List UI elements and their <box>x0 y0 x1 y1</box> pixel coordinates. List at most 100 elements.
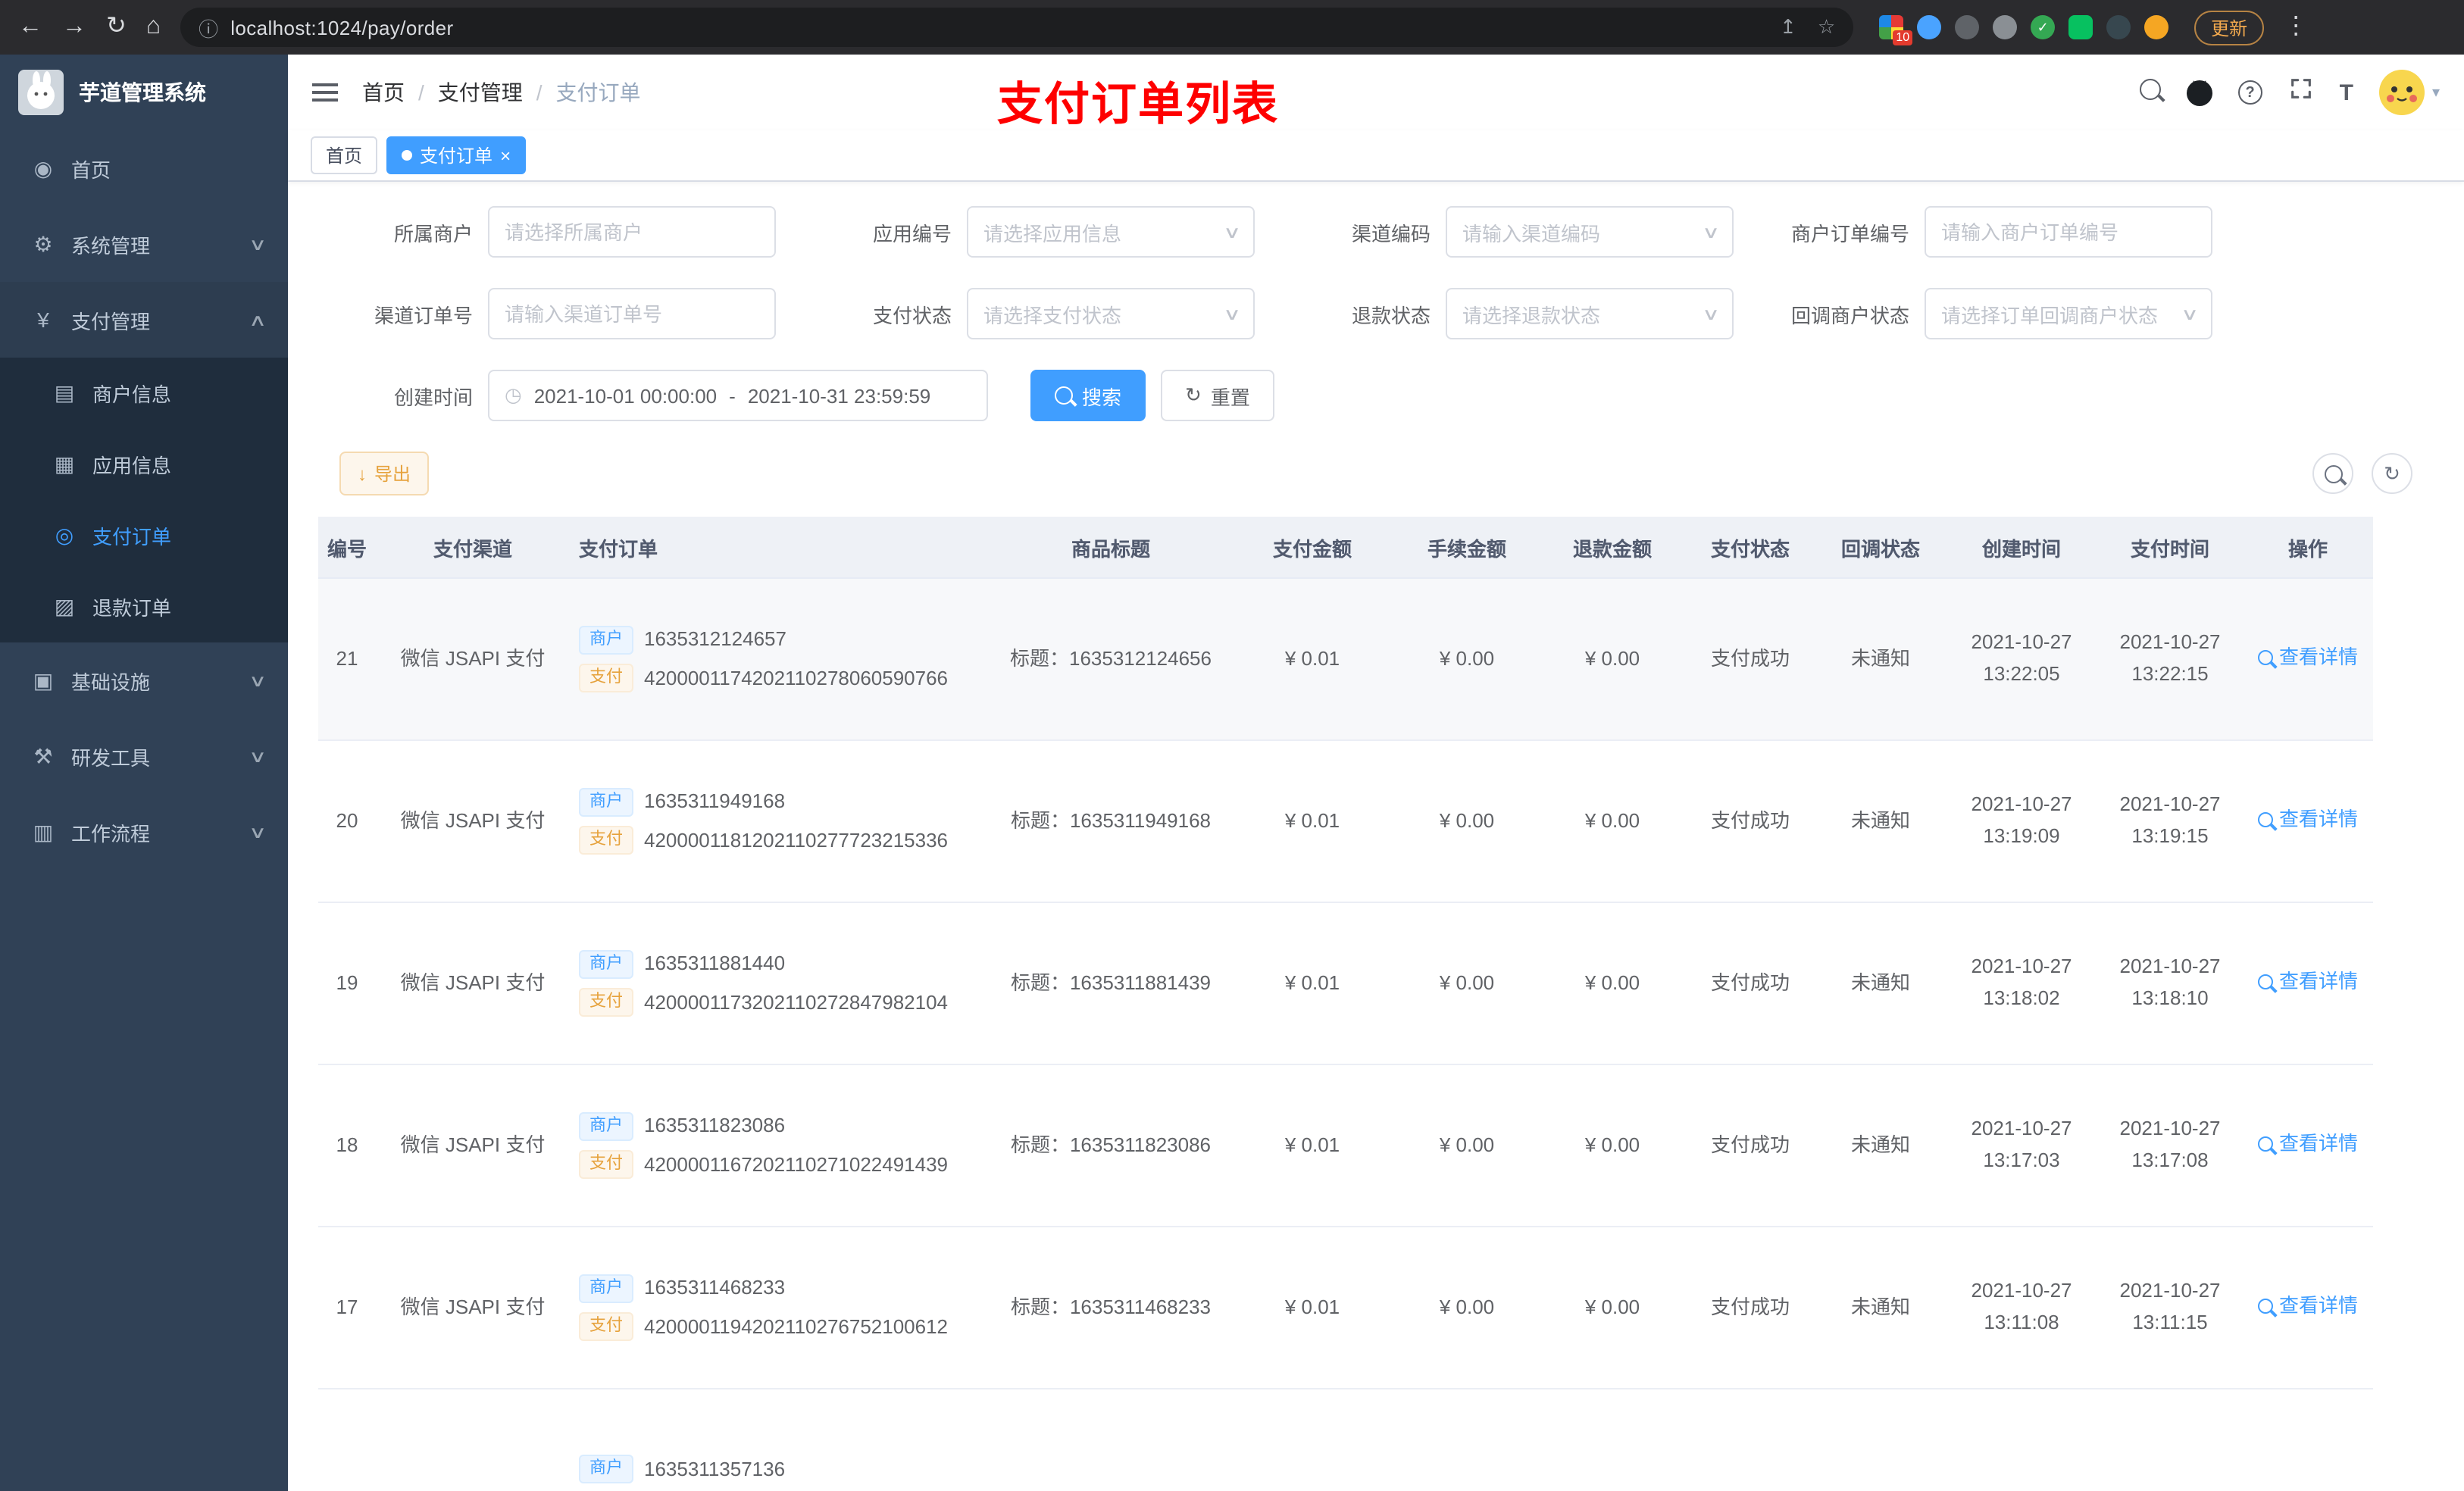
sidebar-toggle-button[interactable] <box>312 82 338 103</box>
tab-pay-orders[interactable]: 支付订单 × <box>386 136 527 174</box>
close-icon[interactable]: × <box>500 146 511 164</box>
extension-icon-1[interactable]: 10 <box>1879 15 1913 45</box>
product-title: 标题：1635311949168 <box>991 740 1230 903</box>
search-icon <box>2257 974 2273 990</box>
search-button-label: 搜索 <box>1082 386 1122 408</box>
github-icon[interactable] <box>2186 80 2212 105</box>
site-info-icon[interactable]: ⓘ <box>199 13 218 42</box>
user-avatar-menu[interactable]: ▾ <box>2378 70 2440 115</box>
breadcrumb-home[interactable]: 首页 <box>362 77 405 108</box>
create-time-range-picker[interactable]: ◷ 2021-10-01 00:00:00 - 2021-10-31 23:59… <box>488 370 988 421</box>
refund-amount: ¥ 0.00 <box>1540 1227 1685 1389</box>
tags-view-bar: 首页 支付订单 × <box>288 130 2464 182</box>
sidebar-item-system[interactable]: ⚙ 系统管理 ∨ <box>0 206 288 282</box>
search-icon <box>2257 1136 2273 1152</box>
notify-status: 未通知 <box>1815 1227 1946 1389</box>
bookmark-star-icon[interactable]: ☆ <box>1818 15 1835 39</box>
view-detail-link[interactable]: 查看详情 <box>2257 1291 2358 1323</box>
pay-order-cell: 商户 1635311823086 支付 4200001167202110271022… <box>570 1064 991 1227</box>
chevron-down-icon: ∨ <box>1222 223 1242 242</box>
owner-merchant-input[interactable] <box>488 206 776 258</box>
back-icon[interactable]: ← <box>18 14 42 39</box>
extension-icon-2[interactable] <box>1917 15 1942 39</box>
pay-channel: 微信 JSAPI 支付 <box>376 740 570 903</box>
sidebar-item-label: 支付订单 <box>92 526 172 549</box>
view-detail-link[interactable]: 查看详情 <box>2257 1129 2358 1161</box>
extension-icon-7[interactable] <box>2106 15 2131 39</box>
filter-row-2: 渠道订单号 支付状态 请选择支付状态 ∨ 退款状态 请选择退款状态 <box>318 288 2434 339</box>
table-search-toggle-button[interactable] <box>2312 453 2353 494</box>
reload-icon[interactable]: ↻ <box>106 14 127 39</box>
merchant-tag: 商户 <box>579 1455 633 1484</box>
sidebar-item-workflow[interactable]: ▥ 工作流程 ∨ <box>0 794 288 870</box>
forward-icon[interactable]: → <box>62 14 86 39</box>
chevron-down-icon: ∨ <box>1701 305 1721 324</box>
tab-label: 首页 <box>326 145 363 167</box>
extension-icon-3[interactable] <box>1955 15 1980 39</box>
browser-update-button[interactable]: 更新 <box>2194 10 2265 45</box>
fullscreen-icon[interactable] <box>2288 76 2314 109</box>
filter-label-pay-status: 支付状态 <box>872 304 952 327</box>
pay-status-select[interactable]: 请选择支付状态 ∨ <box>967 288 1255 339</box>
download-icon: ↓ <box>358 463 367 484</box>
select-placeholder: 请选择应用信息 <box>983 222 1122 245</box>
breadcrumb-separator: / <box>536 80 543 105</box>
refund-status-select[interactable]: 请选择退款状态 ∨ <box>1446 288 1734 339</box>
notify-status: 未通知 <box>1815 1064 1946 1227</box>
sidebar-item-pay-orders[interactable]: ◎ 支付订单 <box>0 500 288 571</box>
extension-icon-5[interactable]: ✓ <box>2031 15 2056 39</box>
breadcrumb-payment[interactable]: 支付管理 <box>438 77 523 108</box>
date-end-value[interactable]: 2021-10-31 23:59:59 <box>748 384 930 407</box>
table-refresh-button[interactable]: ↻ <box>2372 453 2412 494</box>
sidebar-item-refund-orders[interactable]: ▨ 退款订单 <box>0 571 288 642</box>
date-start-value[interactable]: 2021-10-01 00:00:00 <box>534 384 717 407</box>
url-bar[interactable]: ⓘ localhost:1024/pay/order ↥ ☆ <box>180 8 1854 47</box>
sidebar-item-home[interactable]: ◉ 首页 <box>0 130 288 206</box>
target-icon: ◎ <box>55 523 74 547</box>
pay-channel <box>376 1389 570 1491</box>
sidebar-item-dev-tools[interactable]: ⚒ 研发工具 ∨ <box>0 718 288 794</box>
notify-status-select[interactable]: 请选择订单回调商户状态 ∨ <box>1925 288 2212 339</box>
home-icon[interactable]: ⌂ <box>146 14 161 39</box>
sidebar-item-payment[interactable]: ¥ 支付管理 ∧ <box>0 282 288 358</box>
document-icon: ▨ <box>54 594 75 618</box>
search-icon[interactable] <box>2139 78 2161 107</box>
sidebar-item-label: 商户信息 <box>92 383 172 406</box>
sidebar-item-infrastructure[interactable]: ▣ 基础设施 ∨ <box>0 642 288 718</box>
order-id <box>318 1389 376 1491</box>
pay-channel: 微信 JSAPI 支付 <box>376 1227 570 1389</box>
help-icon[interactable]: ? <box>2237 80 2262 105</box>
merchant-tag: 商户 <box>579 1111 633 1141</box>
sidebar-item-app-info[interactable]: ▦ 应用信息 <box>0 429 288 500</box>
export-button[interactable]: ↓ 导出 <box>339 452 430 495</box>
reset-button[interactable]: ↻ 重置 <box>1161 370 1274 421</box>
actions-cell: 查看详情 <box>2243 578 2373 741</box>
pay-time: 2021-10-27 13:19:15 <box>2097 740 2243 903</box>
extension-icon-4[interactable] <box>1993 15 2018 39</box>
workflow-icon: ▥ <box>33 819 54 843</box>
tab-home[interactable]: 首页 <box>311 136 378 174</box>
logo-avatar <box>18 70 64 115</box>
chevron-down-icon: ∨ <box>248 748 267 766</box>
extension-icon-6[interactable] <box>2068 15 2093 39</box>
product-title: 标题：1635311823086 <box>991 1064 1230 1227</box>
view-detail-link[interactable]: 查看详情 <box>2257 642 2358 674</box>
browser-menu-icon[interactable]: ⋮ <box>2284 14 2308 39</box>
view-detail-link[interactable]: 查看详情 <box>2257 805 2358 836</box>
share-icon[interactable]: ↥ <box>1780 15 1796 39</box>
app-no-select[interactable]: 请选择应用信息 ∨ <box>967 206 1255 258</box>
sidebar-item-merchant-info[interactable]: ▤ 商户信息 <box>0 358 288 429</box>
view-detail-label: 查看详情 <box>2278 969 2358 992</box>
extension-icon-8[interactable] <box>2144 15 2169 39</box>
merchant-order-no-input[interactable] <box>1925 206 2212 258</box>
search-button[interactable]: 搜索 <box>1030 370 1146 421</box>
browser-chrome: ← → ↻ ⌂ ⓘ localhost:1024/pay/order ↥ ☆ 1… <box>0 0 2464 55</box>
view-detail-link[interactable]: 查看详情 <box>2257 967 2358 999</box>
channel-order-no-input[interactable] <box>488 288 776 339</box>
channel-code-select[interactable]: 请输入渠道编码 ∨ <box>1446 206 1734 258</box>
select-placeholder: 请输入渠道编码 <box>1462 222 1601 245</box>
sidebar-item-label: 基础设施 <box>71 670 151 693</box>
font-size-icon[interactable]: T <box>2340 80 2353 105</box>
sidebar-item-label: 应用信息 <box>92 455 172 477</box>
pay-order-cell: 商户 1635312124657 支付 4200001174202110278060… <box>570 578 991 741</box>
